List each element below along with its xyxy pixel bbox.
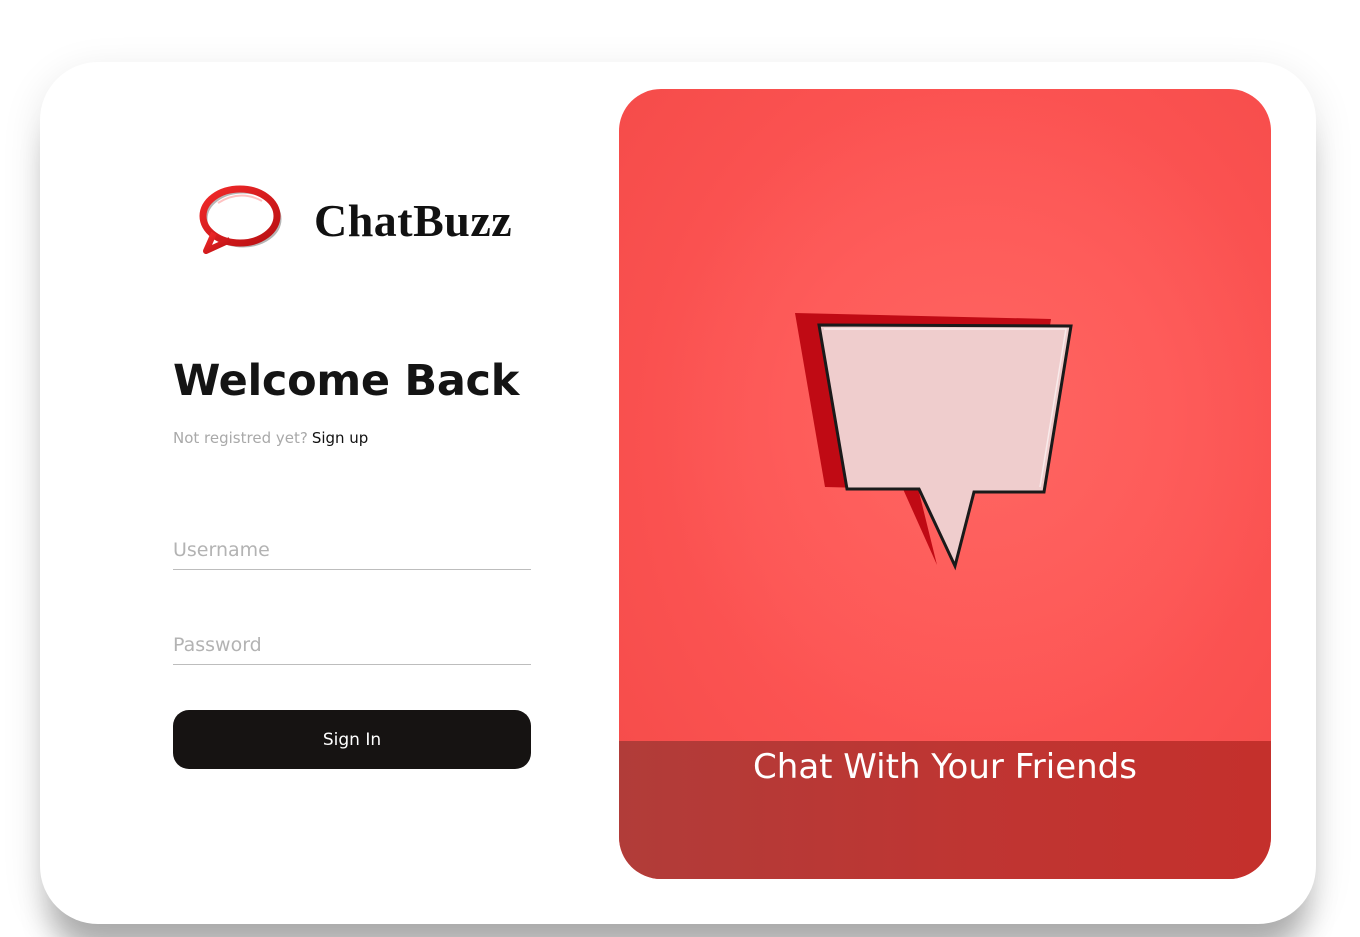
username-input[interactable] bbox=[173, 530, 531, 570]
sign-in-button[interactable]: Sign In bbox=[173, 710, 531, 769]
hero-panel: Chat With Your Friends bbox=[619, 89, 1271, 879]
hero-caption-band: Chat With Your Friends bbox=[619, 741, 1271, 879]
hero-caption: Chat With Your Friends bbox=[753, 747, 1137, 787]
password-input[interactable] bbox=[173, 625, 531, 665]
signup-prompt-text: Not registred yet? bbox=[173, 429, 308, 447]
brand-header: ChatBuzz bbox=[196, 180, 512, 260]
speech-bubble-logo-icon bbox=[199, 185, 282, 254]
brand-name: ChatBuzz bbox=[314, 194, 513, 246]
signup-prompt: Not registred yet? Sign up bbox=[173, 429, 368, 447]
signup-link[interactable]: Sign up bbox=[312, 429, 369, 447]
page-title: Welcome Back bbox=[173, 356, 520, 406]
speech-bubble-illustration-icon bbox=[619, 89, 1271, 741]
